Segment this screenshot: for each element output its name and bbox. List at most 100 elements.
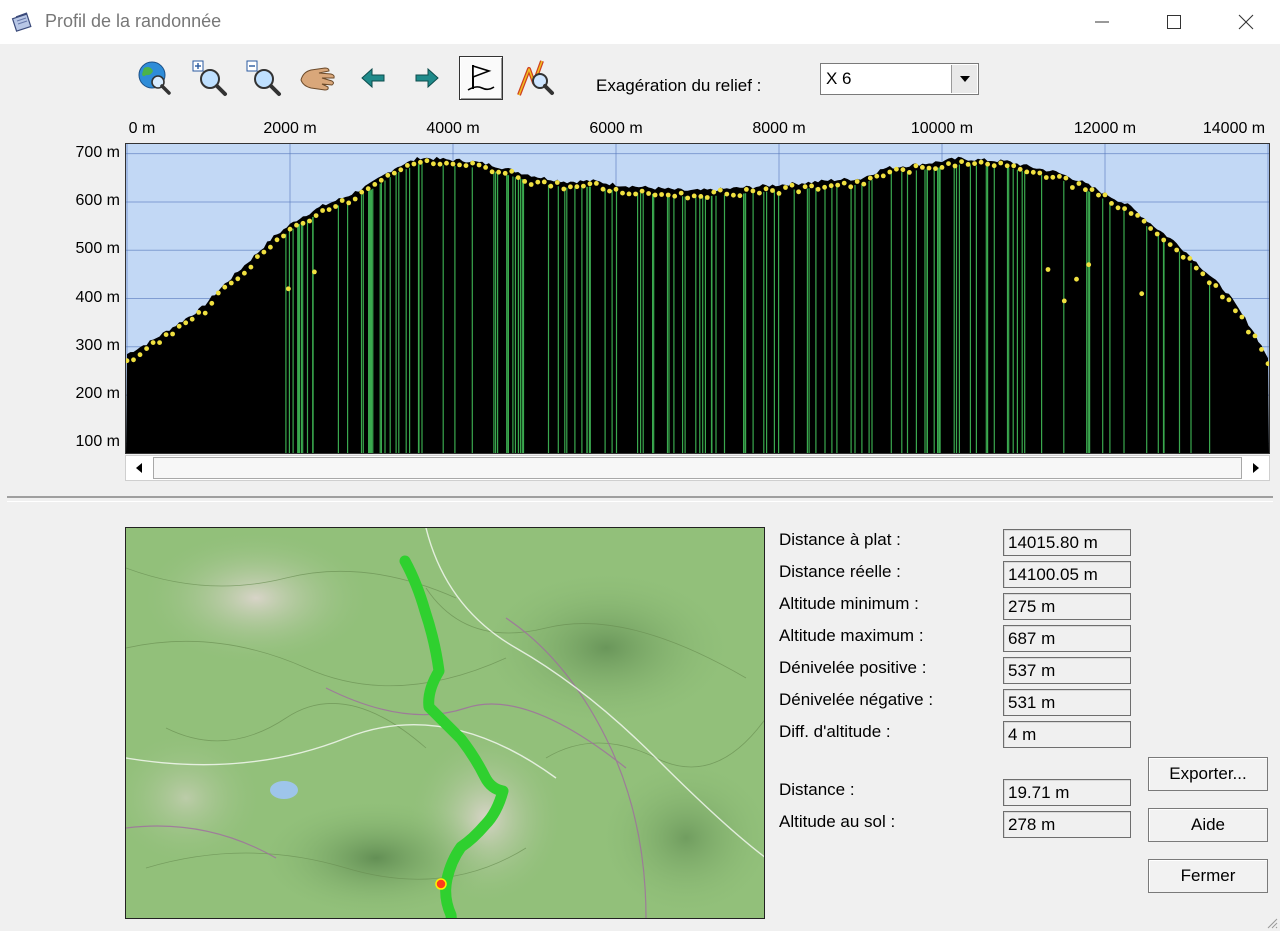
track-point	[163, 332, 169, 337]
track-point	[489, 169, 495, 175]
track-point	[261, 249, 267, 255]
maximize-button[interactable]	[1138, 0, 1210, 44]
export-button[interactable]: Exporter...	[1148, 757, 1268, 791]
track-point	[1089, 187, 1095, 192]
next-button[interactable]	[405, 56, 449, 100]
stat-value: 687 m	[1008, 629, 1056, 648]
track-point	[320, 208, 325, 213]
track-point	[763, 186, 769, 192]
track-point	[1187, 256, 1193, 261]
track-point	[150, 340, 156, 345]
profile-horizontal-scrollbar[interactable]	[125, 455, 1270, 481]
close-button[interactable]: Fermer	[1148, 859, 1268, 893]
track-point	[274, 237, 280, 243]
previous-button[interactable]	[351, 56, 395, 100]
track-point	[431, 161, 436, 167]
x-tick-label: 10000 m	[910, 120, 974, 137]
triangle-left-icon	[136, 463, 142, 473]
track-point	[1115, 205, 1121, 211]
track-point	[711, 189, 717, 195]
pan-hand-icon	[300, 67, 335, 91]
stat-label: Diff. d'altitude :	[779, 722, 891, 741]
minimize-icon	[1095, 21, 1109, 23]
stat-value: 4 m	[1008, 725, 1037, 744]
track-point	[1057, 174, 1062, 179]
cursor-value-field: 278 m	[1003, 811, 1131, 838]
track-point	[1226, 297, 1232, 303]
track-point	[378, 177, 384, 183]
track-point	[1045, 267, 1051, 272]
scrollbar-thumb[interactable]	[153, 457, 1242, 479]
track-point	[841, 180, 847, 186]
track-point	[861, 181, 867, 187]
waypoint-flag-button[interactable]	[459, 56, 503, 100]
track-point	[1070, 185, 1075, 190]
stat-label: Altitude minimum :	[779, 594, 919, 613]
track-point	[183, 320, 189, 326]
scroll-right-button[interactable]	[1243, 456, 1269, 480]
track-point	[1030, 169, 1036, 175]
track-point	[528, 182, 534, 187]
help-button[interactable]: Aide	[1148, 808, 1268, 842]
zoom-out-button[interactable]	[242, 56, 286, 100]
track-point	[959, 159, 964, 164]
track-point	[1174, 247, 1180, 253]
relief-exaggeration-value: X 6	[826, 69, 852, 88]
track-point	[215, 290, 221, 296]
track-point	[450, 161, 456, 167]
pan-hand-button[interactable]	[296, 56, 340, 100]
track-point	[170, 331, 175, 337]
track-point	[1024, 169, 1030, 175]
track-point	[731, 192, 736, 198]
track-point	[880, 173, 886, 179]
track-point	[1239, 314, 1245, 320]
track-point	[1135, 213, 1140, 218]
waypoint-flag-icon	[467, 64, 495, 91]
x-tick-label: 4000 m	[426, 120, 480, 137]
track-point	[137, 352, 143, 358]
track-point	[926, 165, 932, 171]
track-point	[607, 188, 612, 194]
track-point	[985, 161, 990, 167]
track-point	[352, 196, 358, 202]
zoom-in-button[interactable]	[188, 56, 232, 100]
route-map[interactable]	[125, 527, 765, 919]
globe-zoom-button[interactable]	[132, 56, 176, 100]
stat-value: 537 m	[1008, 661, 1056, 680]
track-point	[776, 191, 782, 196]
scroll-left-button[interactable]	[126, 456, 152, 480]
track-point	[639, 188, 645, 194]
track-point	[1050, 174, 1056, 180]
track-point	[581, 183, 586, 189]
track-point	[972, 161, 977, 166]
track-point	[867, 175, 873, 181]
x-tick-label: 6000 m	[589, 120, 643, 137]
track-point	[1220, 294, 1225, 300]
track-point	[665, 192, 671, 198]
track-point	[1086, 262, 1092, 268]
track-point	[391, 170, 397, 176]
route-zoom-button[interactable]	[514, 56, 558, 100]
splitter[interactable]	[7, 496, 1273, 502]
stat-value-field: 537 m	[1003, 657, 1131, 684]
track-point	[691, 193, 697, 199]
y-tick-label: 700 m	[75, 143, 120, 161]
minimize-button[interactable]	[1066, 0, 1138, 44]
stat-value: 14100.05 m	[1008, 565, 1098, 584]
track-point	[802, 184, 808, 190]
resize-grip-icon[interactable]	[1266, 917, 1278, 929]
track-point	[398, 167, 404, 173]
dropdown-arrow-button[interactable]	[951, 65, 977, 93]
close-window-button[interactable]	[1210, 0, 1280, 44]
track-point	[1252, 333, 1258, 339]
track-point	[1011, 163, 1017, 169]
relief-exaggeration-select[interactable]: X 6	[820, 63, 979, 95]
track-point	[1061, 298, 1067, 304]
track-point	[894, 166, 899, 172]
track-point	[1180, 254, 1186, 260]
track-point	[424, 158, 430, 164]
elevation-profile-chart[interactable]	[125, 143, 1270, 454]
toolbar: Exagération du relief :	[0, 48, 1280, 110]
y-tick-label: 600 m	[75, 191, 120, 209]
cursor-value-field: 19.71 m	[1003, 779, 1131, 806]
